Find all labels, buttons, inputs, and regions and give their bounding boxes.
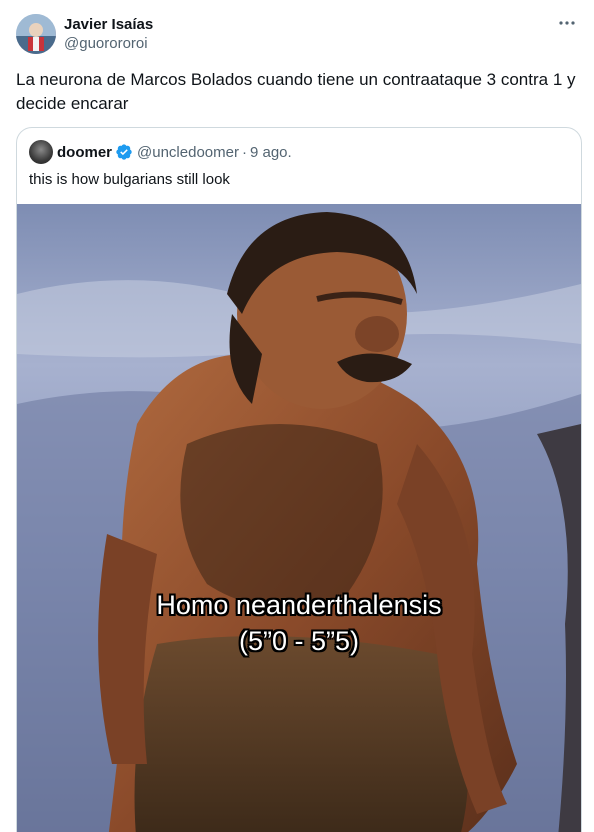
image-caption-line-2: (5”0 - 5”5) [238,626,360,656]
quoted-tweet-image[interactable]: Homo neanderthalensis (5”0 - 5”5) [17,204,581,832]
tweet: Javier Isaías @guorororoi La neurona de … [0,0,594,832]
tweet-header: Javier Isaías @guorororoi [16,12,582,56]
author-display-name[interactable]: Javier Isaías [64,15,153,34]
image-caption-line-1: Homo neanderthalensis [156,590,442,620]
tweet-text: La neurona de Marcos Bolados cuando tien… [16,70,576,113]
neanderthal-image [17,204,581,832]
avatar-image-icon [16,14,56,54]
quoted-author-avatar[interactable] [29,140,53,164]
quoted-author-display-name[interactable]: doomer [57,144,112,161]
quoted-author-handle[interactable]: @uncledoomer [137,144,239,161]
quoted-tweet-text: this is how bulgarians still look [29,171,230,188]
author-handle[interactable]: @guorororoi [64,34,153,53]
author-names: Javier Isaías @guorororoi [64,15,153,53]
quoted-tweet-card[interactable]: doomer @uncledoomer · 9 ago. this is how… [16,127,582,832]
verified-badge-icon [115,143,133,161]
author-avatar[interactable] [16,14,56,54]
more-horizontal-icon [559,21,575,25]
quoted-tweet-date[interactable]: 9 ago. [250,144,292,161]
more-options-button[interactable] [552,8,582,38]
quoted-separator: · [241,143,247,161]
quoted-tweet-header: doomer @uncledoomer · 9 ago. [29,140,292,164]
